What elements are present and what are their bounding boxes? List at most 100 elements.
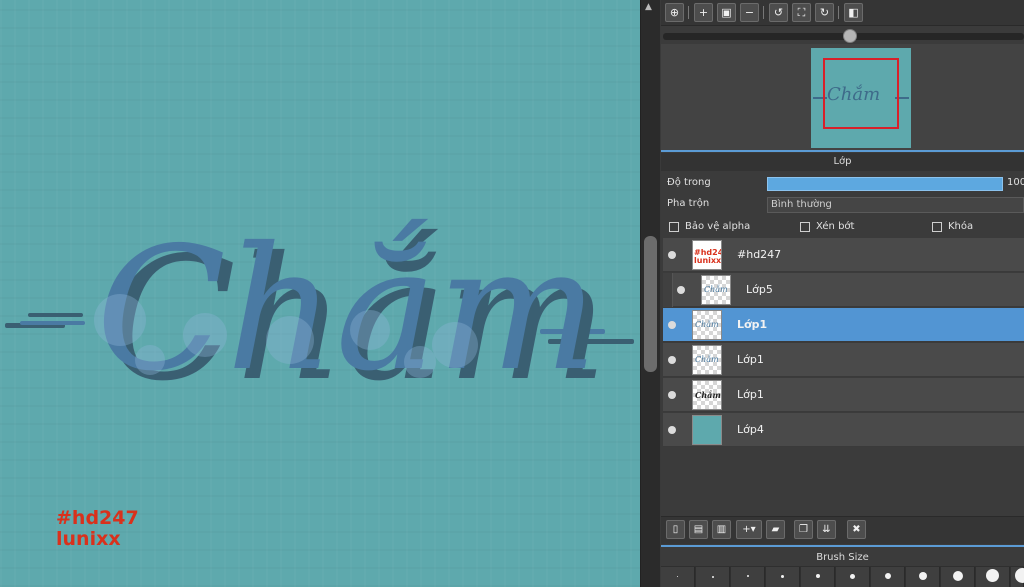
new-folder-icon[interactable]: ▰ [766, 520, 785, 539]
visibility-icon[interactable] [668, 356, 676, 364]
canvas-vertical-scrollbar[interactable]: ▲ [640, 0, 660, 587]
thumbnail-text: lunixx [694, 256, 722, 265]
layer-name: Lớp5 [746, 283, 773, 296]
layer-row[interactable]: Chắm Lớp1 [663, 343, 1024, 377]
brush-dot-icon [986, 569, 999, 582]
checkbox-box[interactable] [932, 222, 942, 232]
layer-name: Lớp1 [737, 388, 764, 401]
scroll-up-icon[interactable]: ▲ [645, 2, 652, 12]
layer-row[interactable]: Chắm Lớp5 [663, 273, 1024, 307]
brush-size-option[interactable] [766, 567, 800, 587]
layer-thumbnail [692, 415, 722, 445]
toolbar-separator [763, 6, 764, 19]
brush-size-option[interactable] [836, 567, 870, 587]
right-panel: ⊕ + ▣ − ↺ ⛶ ↻ ◧ Chắm Lớp Độ trong 100 Ph… [661, 0, 1024, 587]
watermark: #hd247 lunixx [56, 508, 139, 550]
brush-dot-icon [919, 572, 927, 580]
artwork-lettering: Chắm Chắm [5, 211, 634, 419]
layer-thumbnail: Chắm [701, 275, 731, 305]
add-layer-menu-icon[interactable]: +▾ [736, 520, 762, 539]
layer-row[interactable]: #hd247 lunixx #hd247 [663, 238, 1024, 272]
zoom-in-icon[interactable]: + [694, 3, 713, 22]
merge-down-icon[interactable]: ⇊ [817, 520, 836, 539]
rotate-right-icon[interactable]: ↻ [815, 3, 834, 22]
brush-dot-icon [953, 571, 963, 581]
flip-horizontal-icon[interactable]: ◧ [844, 3, 863, 22]
brush-dot-icon [677, 576, 678, 577]
brush-dot-icon [850, 574, 855, 579]
toolbar-separator [838, 6, 839, 19]
opacity-value: 100 [1007, 177, 1024, 188]
zoom-slider-thumb[interactable] [843, 29, 857, 43]
brush-size-title: Brush Size [816, 552, 869, 563]
brush-size-option[interactable] [976, 567, 1010, 587]
new-layer-icon[interactable]: ▯ [666, 520, 685, 539]
navigator-panel[interactable]: Chắm [661, 44, 1024, 150]
thumbnail-text: Chắm [695, 390, 721, 400]
opacity-slider[interactable] [767, 177, 1003, 191]
zoom-out-icon[interactable]: − [740, 3, 759, 22]
duplicate-layer-icon[interactable]: ❐ [794, 520, 813, 539]
brush-dot-icon [885, 573, 891, 579]
brush-size-option[interactable] [801, 567, 835, 587]
layer-name: Lớp4 [737, 423, 764, 436]
watermark-line-2: lunixx [56, 528, 121, 550]
brush-size-option[interactable] [661, 567, 695, 587]
new-1bit-layer-icon[interactable]: ▥ [712, 520, 731, 539]
zoom-slider[interactable] [663, 29, 1024, 43]
navigator-preview[interactable]: Chắm [811, 48, 911, 148]
checkbox-box[interactable] [669, 222, 679, 232]
visibility-icon[interactable] [668, 251, 676, 259]
visibility-icon[interactable] [668, 426, 676, 434]
delete-layer-icon[interactable]: ✖ [847, 520, 866, 539]
watermark-line-1: #hd247 [56, 507, 139, 529]
brush-size-option[interactable] [731, 567, 765, 587]
lock-label: Khóa [948, 221, 974, 232]
view-toolbar: ⊕ + ▣ − ↺ ⛶ ↻ ◧ [661, 0, 1024, 26]
navigator-viewport-rect[interactable] [823, 58, 899, 129]
brush-size-option[interactable] [696, 567, 730, 587]
layer-panel-title: Lớp [661, 153, 1024, 171]
protect-alpha-label: Bảo vệ alpha [685, 221, 751, 232]
layer-row[interactable]: Lớp4 [663, 413, 1024, 447]
panel-divider [661, 150, 1024, 152]
rotate-left-icon[interactable]: ↺ [769, 3, 788, 22]
fit-screen-icon[interactable]: ▣ [717, 3, 736, 22]
brush-size-option[interactable] [906, 567, 940, 587]
checkbox-box[interactable] [800, 222, 810, 232]
blend-mode-select[interactable]: Bình thường [767, 197, 1024, 213]
opacity-label: Độ trong [667, 177, 711, 188]
layer-row-selected[interactable]: Chắm Lớp1 [663, 308, 1024, 342]
thumbnail-text: Chắm [695, 355, 719, 364]
brush-size-option[interactable] [871, 567, 905, 587]
scrollbar-thumb[interactable] [644, 236, 657, 372]
brush-size-option[interactable] [941, 567, 975, 587]
drawing-canvas[interactable]: Chắm Chắm #hd247 lunixx [0, 0, 640, 587]
panel-divider [661, 545, 1024, 547]
brush-size-palette [661, 566, 1024, 587]
blend-label: Pha trộn [667, 198, 710, 209]
layer-name: Lớp1 [737, 318, 768, 331]
clipping-label: Xén bớt [816, 221, 855, 232]
visibility-icon[interactable] [677, 286, 685, 294]
visibility-icon[interactable] [668, 321, 676, 329]
opacity-row: Độ trong 100 [661, 173, 1024, 194]
zoom-tool-icon[interactable]: ⊕ [665, 3, 684, 22]
layer-thumbnail: Chắm [692, 310, 722, 340]
fullscreen-icon[interactable]: ⛶ [792, 3, 811, 22]
layer-thumbnail: #hd247 lunixx [692, 240, 722, 270]
layer-row[interactable]: Chắm Lớp1 [663, 378, 1024, 412]
brush-dot-icon [747, 575, 749, 577]
brush-dot-icon [781, 575, 784, 578]
visibility-icon[interactable] [668, 391, 676, 399]
layer-name: Lớp1 [737, 353, 764, 366]
toolbar-separator [688, 6, 689, 19]
blend-row: Pha trộn Bình thường [661, 194, 1024, 215]
brush-size-option[interactable] [1011, 567, 1024, 587]
layer-thumbnail: Chắm [692, 345, 722, 375]
new-halftone-layer-icon[interactable]: ▤ [689, 520, 708, 539]
thumbnail-text: Chắm [704, 285, 728, 294]
layer-actions-bar: ▯ ▤ ▥ +▾ ▰ ❐ ⇊ ✖ [661, 516, 1024, 544]
layer-list: #hd247 lunixx #hd247 Chắm Lớp5 Chắm Lớp1 [661, 238, 1024, 514]
lettering-main: Chắm [96, 211, 598, 409]
